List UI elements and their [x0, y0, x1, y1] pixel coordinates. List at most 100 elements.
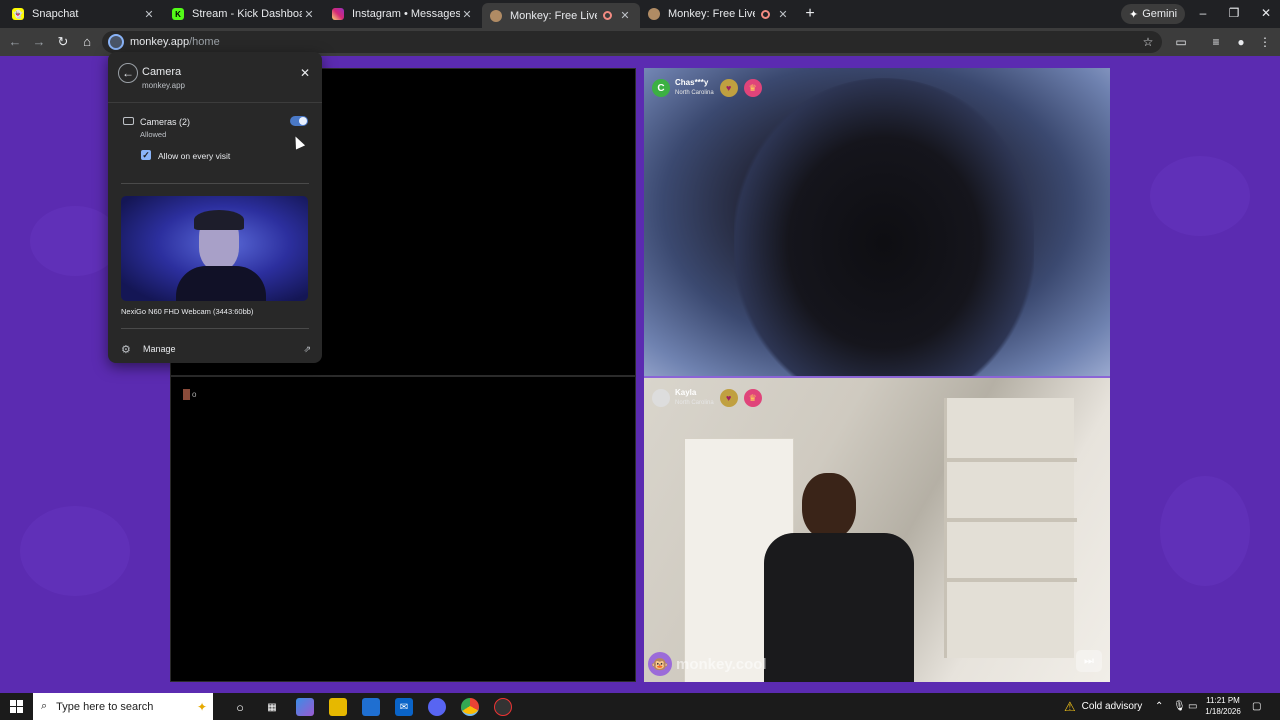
search-placeholder: Type here to search [56, 700, 154, 713]
taskbar-clock[interactable]: 11:21 PM 1/18/2026 [1198, 695, 1248, 717]
home-button[interactable]: ⌂ [79, 34, 95, 49]
menu-icon[interactable]: ⋮ [1257, 35, 1273, 49]
manage-label: Manage [143, 344, 176, 354]
peer-video-image [944, 398, 1077, 658]
external-link-icon: ⇗ [303, 343, 311, 354]
taskbar-search[interactable]: ⌕ Type here to search ✦ [33, 693, 213, 720]
tab-title: Snapchat [32, 8, 79, 20]
manage-button[interactable]: ⚙ Manage ⇗ [121, 341, 311, 357]
peer-badge: C Chas***y North Carolina ♥ ♛ [652, 78, 762, 98]
background-blob [30, 206, 120, 276]
notification-icon[interactable]: ▢ [1252, 693, 1261, 720]
restore-button[interactable]: ❐ [1224, 6, 1244, 20]
cortana-icon[interactable]: ○ [231, 698, 249, 716]
cameras-label: Cameras (2) [140, 117, 191, 127]
crown-icon: ♛ [743, 79, 762, 97]
store-icon[interactable] [362, 698, 380, 716]
address-bar[interactable]: monkey.app/home [102, 31, 1162, 53]
reload-button[interactable]: ↻ [55, 34, 71, 50]
close-icon[interactable]: ✕ [618, 9, 632, 22]
popup-site: monkey.app [142, 81, 185, 90]
kick-icon: K [172, 8, 184, 20]
weather-widget[interactable]: ⚠ Cold advisory [1064, 693, 1142, 720]
clock-time: 11:21 PM [1206, 696, 1240, 705]
new-tab-button[interactable]: + [802, 5, 818, 23]
tab-title: Monkey: Free Live Video Ch [510, 9, 597, 22]
camera-icon [123, 117, 134, 125]
close-icon[interactable]: ✕ [460, 8, 474, 21]
site-info-icon[interactable] [108, 34, 124, 50]
camera-device-name[interactable]: NexiGo N60 FHD Webcam (3443:60bb) [121, 307, 253, 316]
popup-title: Camera [142, 66, 182, 78]
monkey-icon [490, 9, 502, 22]
sparkle-icon: ✦ [1129, 8, 1139, 21]
allow-every-visit-checkbox[interactable]: ✓ [141, 150, 151, 160]
copilot-icon[interactable] [296, 698, 314, 716]
file-explorer-icon[interactable] [329, 698, 347, 716]
recording-icon [603, 11, 612, 20]
tab-instagram[interactable]: Instagram • Messages ✕ [324, 3, 482, 25]
cast-icon[interactable]: ▭ [1173, 35, 1189, 49]
task-view-icon[interactable]: ▦ [263, 698, 281, 716]
camera-permission-toggle[interactable] [290, 116, 308, 126]
peer-location: North Carolina [675, 90, 714, 96]
avatar [652, 389, 670, 407]
divider [121, 183, 309, 184]
mail-icon[interactable]: ✉ [395, 698, 413, 716]
peer-name: Kayla [675, 388, 697, 397]
heart-icon: ♥ [719, 389, 738, 407]
heart-icon: ♥ [719, 79, 738, 97]
tab-snapchat[interactable]: 👻 Snapchat ✕ [4, 3, 164, 25]
tab-kick[interactable]: K Stream - Kick Dashboard ✕ [164, 3, 324, 25]
obs-icon[interactable] [494, 698, 512, 716]
monkey-logo-icon: 🐵 [648, 652, 672, 676]
microphone-icon[interactable]: 🎙 [1173, 693, 1186, 720]
weather-text: Cold advisory [1081, 701, 1143, 712]
background-blob [20, 506, 130, 596]
close-icon[interactable]: ✕ [776, 8, 790, 21]
peer-video-image [734, 78, 1034, 376]
skip-button[interactable]: ⏭ [1076, 650, 1102, 672]
close-icon[interactable]: ✕ [302, 8, 316, 21]
snapchat-icon: 👻 [12, 8, 24, 20]
tab-monkey[interactable]: Monkey: Free Live Video Ch ✕ [640, 3, 798, 25]
windows-start-icon[interactable] [10, 700, 23, 713]
back-button[interactable]: ← [7, 34, 23, 49]
allow-every-visit-label[interactable]: Allow on every visit [158, 151, 230, 161]
self-video-bottom: o [170, 376, 636, 682]
minimize-button[interactable]: – [1193, 6, 1213, 20]
cameras-status: Allowed [140, 130, 167, 139]
avatar: C [652, 79, 670, 97]
bookmark-star-icon[interactable]: ☆ [1140, 35, 1156, 49]
tab-monkey-active[interactable]: Monkey: Free Live Video Ch ✕ [482, 3, 640, 28]
crown-icon: ♛ [743, 389, 762, 407]
instagram-icon [332, 8, 344, 20]
tab-title: Stream - Kick Dashboard [192, 8, 302, 20]
peer-video-2: Kayla North Carolina ♥ ♛ 🐵 monkey.cool ⏭ [644, 376, 1110, 682]
tray-chevron-icon[interactable]: ⌃ [1155, 693, 1163, 720]
camera-preview [121, 196, 308, 301]
url-text[interactable]: monkey.app/home [130, 36, 220, 48]
recording-icon [761, 9, 770, 19]
windows-taskbar: ⌕ Type here to search ✦ ○ ▦ ✉ ⚠ Cold adv… [0, 693, 1280, 720]
peer-name-block: Chas***y North Carolina [675, 78, 714, 98]
search-icon: ⌕ [41, 700, 48, 712]
peer-location: North Carolina [675, 400, 714, 406]
watermark-text: monkey.cool [676, 655, 767, 673]
close-icon[interactable]: ✕ [300, 66, 310, 80]
window-close-button[interactable]: ✕ [1256, 6, 1276, 20]
media-control-icon[interactable]: ≡ [1208, 35, 1224, 49]
chrome-icon[interactable] [461, 698, 479, 716]
back-arrow-icon[interactable]: ← [118, 63, 138, 83]
network-icon[interactable]: ▭ [1188, 693, 1197, 720]
peer-badge: Kayla North Carolina ♥ ♛ [652, 388, 762, 408]
peer-video-image [764, 473, 914, 682]
forward-button[interactable]: → [31, 34, 47, 49]
gemini-button[interactable]: ✦ Gemini [1121, 4, 1186, 24]
profile-avatar[interactable]: ● [1233, 35, 1249, 49]
close-icon[interactable]: ✕ [142, 8, 156, 21]
peer-name: Chas***y [675, 78, 709, 87]
divider [108, 102, 322, 103]
discord-icon[interactable] [428, 698, 446, 716]
gemini-label: Gemini [1142, 8, 1178, 20]
